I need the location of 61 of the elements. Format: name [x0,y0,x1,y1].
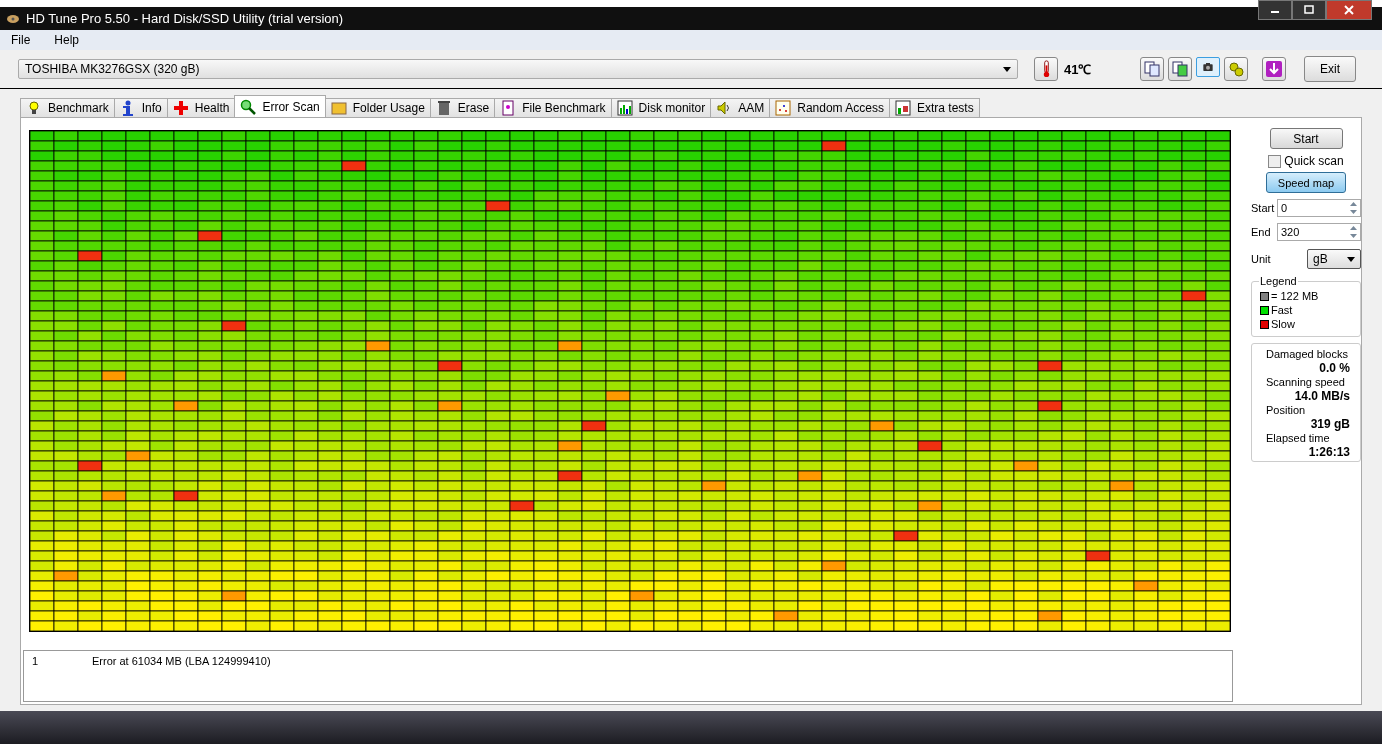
camera-icon[interactable] [1196,57,1220,77]
trash-icon [435,100,452,116]
legend-label: Slow [1271,318,1295,330]
tab[interactable]: Health [166,98,236,117]
tab[interactable]: Info [113,98,168,117]
copy-icon[interactable] [1140,57,1164,81]
stat-label: Damaged blocks [1266,348,1349,360]
temperature-reading: 41℃ [1064,61,1093,78]
tab[interactable]: Benchmark [20,98,115,117]
end-field[interactable]: 320 [1277,223,1361,241]
log-message: Error at 61034 MB (LBA 124999410) [92,655,271,667]
caret-icon [1003,66,1011,72]
unit-dropdown[interactable]: gB [1307,249,1361,269]
stat-value: 1:26:13 [1308,445,1350,459]
tab[interactable]: File Benchmark [494,98,612,117]
speed-map-button[interactable]: Speed map [1266,172,1346,193]
minimize-button[interactable] [1258,0,1292,20]
scatter-icon [775,100,792,116]
tab[interactable]: AAM [710,98,771,117]
tab[interactable]: Disk monitor [610,98,712,117]
stat-label: Scanning speed [1266,376,1346,388]
unit-label: Unit [1251,253,1272,265]
legend-label: = 122 MB [1271,290,1319,302]
maximize-icon [1304,5,1314,15]
quick-scan-checkbox[interactable] [1268,154,1282,168]
tab[interactable]: Extra tests [888,98,980,117]
stat-value: 14.0 MB/s [1294,389,1350,403]
end-label: End [1251,226,1272,238]
stat-value: 319 gB [1310,417,1350,431]
start-field[interactable]: 0 [1277,199,1361,217]
quick-scan-label: Quick scan [1284,154,1344,168]
tab[interactable]: Erase [429,98,496,117]
tab[interactable]: Error Scan [234,95,326,117]
tab[interactable]: Folder Usage [324,98,431,117]
thermometer-icon[interactable] [1034,57,1058,81]
menu-item[interactable]: Help [51,33,83,47]
magnifier-icon [240,98,257,115]
tab[interactable]: Random Access [769,98,890,117]
spinner-arrows-icon[interactable] [1349,201,1358,215]
exit-button[interactable]: Exit [1304,56,1356,82]
close-button[interactable] [1326,0,1372,20]
cross-icon [172,100,189,116]
start-label: Start [1251,202,1273,214]
folder-icon [330,100,347,116]
drive-dropdown[interactable]: TOSHIBA MK3276GSX (320 gB) [18,59,1018,79]
menu-item[interactable]: File [8,33,34,47]
legend-label: Fast [1271,304,1293,316]
stat-label: Elapsed time [1266,432,1331,444]
log-number: 1 [32,655,40,667]
copy-icon[interactable] [1168,57,1192,81]
maximize-button[interactable] [1292,0,1326,20]
stat-value: 0.0 % [1319,361,1350,375]
caret-icon [1347,256,1355,262]
spinner-arrows-icon[interactable] [1349,225,1358,239]
window-title: HD Tune Pro 5.50 - Hard Disk/SSD Utility (trial version) [26,11,344,26]
close-icon [1344,5,1354,15]
stat-label: Position [1266,404,1307,416]
legend-title: Legend [1259,275,1298,287]
download-icon[interactable] [1262,57,1286,81]
bulb-icon [26,100,42,116]
start-button[interactable]: Start [1269,128,1343,149]
